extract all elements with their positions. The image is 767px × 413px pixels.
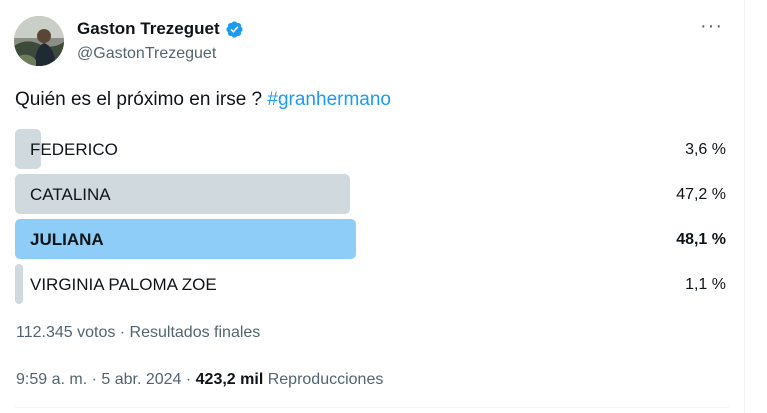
tweet-timestamp[interactable]: 9:59 a. m. · 5 abr. 2024 · 423,2 mil Rep… — [16, 371, 383, 389]
poll-option-percent: 48,1 % — [676, 231, 726, 248]
avatar[interactable] — [14, 16, 64, 66]
poll-option: JULIANA 48,1 % — [15, 219, 726, 259]
verified-badge-icon — [225, 20, 244, 39]
poll-option-label: JULIANA — [30, 230, 104, 249]
views-label: Reproducciones — [263, 371, 384, 388]
views-count: 423,2 mil — [195, 371, 264, 388]
poll-option: CATALINA 47,2 % — [15, 174, 726, 214]
poll-option: FEDERICO 3,6 % — [15, 129, 726, 169]
display-name[interactable]: Gaston Trezeguet — [77, 19, 220, 39]
poll-option-percent: 47,2 % — [676, 186, 726, 203]
more-options-icon[interactable]: ··· — [700, 16, 723, 36]
poll-option-label: VIRGINIA PALOMA ZOE — [30, 275, 217, 294]
timestamp-text[interactable]: 9:59 a. m. · 5 abr. 2024 · — [16, 371, 196, 388]
poll-bar — [15, 264, 23, 304]
poll-option-label: CATALINA — [30, 185, 111, 204]
tweet-text: Quién es el próximo en irse ? #granherma… — [15, 89, 391, 111]
poll-option-label: FEDERICO — [30, 140, 118, 159]
tweet-text-body: Quién es el próximo en irse ? — [15, 89, 268, 110]
poll-results-meta: 112.345 votos · Resultados finales — [16, 324, 261, 341]
tweet-card: Gaston Trezeguet @GastonTrezeguet ··· Qu… — [0, 0, 745, 413]
author-name-row[interactable]: Gaston Trezeguet — [77, 19, 244, 39]
divider — [15, 407, 729, 408]
hashtag-link[interactable]: #granhermano — [267, 89, 391, 110]
author-handle[interactable]: @GastonTrezeguet — [77, 45, 216, 63]
poll-option-percent: 3,6 % — [685, 141, 726, 158]
poll-option: VIRGINIA PALOMA ZOE 1,1 % — [15, 264, 726, 304]
poll: FEDERICO 3,6 % CATALINA 47,2 % JULIANA 4… — [15, 129, 726, 309]
poll-option-percent: 1,1 % — [685, 276, 726, 293]
